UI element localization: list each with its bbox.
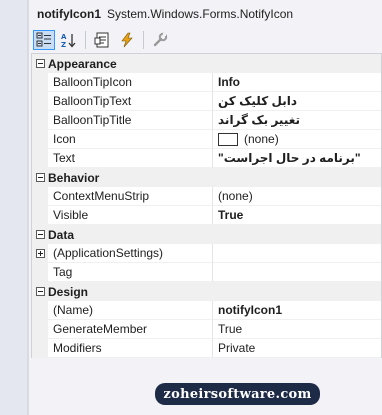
collapse-glyph-cell — [32, 168, 48, 187]
property-value[interactable]: "برنامه در حال اجراست" — [213, 149, 381, 168]
category-label: Behavior — [48, 170, 100, 185]
property-pages-button[interactable] — [149, 30, 171, 50]
property-value[interactable]: True — [213, 320, 381, 339]
property-row-applicationsettings[interactable]: (ApplicationSettings) — [32, 244, 381, 263]
category-label: Design — [48, 284, 89, 299]
property-name: BalloonTipText — [48, 92, 213, 111]
properties-button[interactable] — [91, 30, 113, 50]
toolbar-separator — [85, 31, 86, 49]
collapse-icon[interactable] — [35, 287, 45, 296]
row-margin — [32, 149, 48, 168]
property-row-modifiers[interactable]: Modifiers Private — [32, 339, 381, 358]
row-margin — [32, 187, 48, 206]
events-lightning-icon — [121, 32, 133, 48]
events-button[interactable] — [116, 30, 138, 50]
object-selector[interactable]: notifyIcon1 System.Windows.Forms.NotifyI… — [29, 0, 382, 28]
property-row-contextmenustrip[interactable]: ContextMenuStrip (none) — [32, 187, 381, 206]
category-behavior[interactable]: Behavior — [32, 168, 381, 187]
svg-text:A: A — [61, 33, 67, 41]
collapse-glyph-cell — [32, 225, 48, 244]
property-value: (none) — [244, 132, 279, 146]
collapse-icon[interactable] — [35, 230, 45, 239]
category-label: Appearance — [48, 56, 117, 71]
property-name: (ApplicationSettings) — [48, 244, 213, 263]
property-name: (Name) — [48, 301, 213, 320]
category-design[interactable]: Design — [32, 282, 381, 301]
property-name: Modifiers — [48, 339, 213, 358]
property-value[interactable]: Info — [213, 73, 381, 92]
property-grid: Appearance BalloonTipIcon Info BalloonTi… — [31, 53, 382, 358]
alphabetical-icon: A Z — [61, 33, 76, 48]
property-name: BalloonTipTitle — [48, 111, 213, 130]
object-type: System.Windows.Forms.NotifyIcon — [107, 7, 294, 21]
property-name: Tag — [48, 263, 213, 282]
properties-panel: notifyIcon1 System.Windows.Forms.NotifyI… — [29, 0, 382, 415]
property-value[interactable]: تغییر بک گراند — [213, 111, 381, 130]
row-margin — [32, 301, 48, 320]
property-row-balloontiptitle[interactable]: BalloonTipTitle تغییر بک گراند — [32, 111, 381, 130]
property-pages-wrench-icon — [153, 32, 168, 47]
categorized-icon — [36, 32, 51, 47]
svg-text:Z: Z — [61, 41, 66, 48]
left-editor-strip — [0, 0, 29, 415]
property-value[interactable]: Private — [213, 339, 381, 358]
icon-preview-swatch — [218, 132, 238, 146]
property-value[interactable]: دابل کلیک کن — [213, 92, 381, 111]
property-name: Text — [48, 149, 213, 168]
property-name: Icon — [48, 130, 213, 149]
row-margin — [32, 320, 48, 339]
row-margin — [32, 244, 48, 263]
watermark-label: zoheirsoftware.com — [155, 383, 320, 405]
row-margin — [32, 339, 48, 358]
row-margin — [32, 130, 48, 149]
category-label: Data — [48, 227, 75, 242]
row-margin — [32, 92, 48, 111]
collapse-glyph-cell — [32, 54, 48, 73]
property-row-text[interactable]: Text "برنامه در حال اجراست" — [32, 149, 381, 168]
property-row-balloontiptext[interactable]: BalloonTipText دابل کلیک کن — [32, 92, 381, 111]
row-margin — [32, 206, 48, 225]
property-value[interactable]: True — [213, 206, 381, 225]
properties-icon — [94, 32, 109, 48]
property-row-visible[interactable]: Visible True — [32, 206, 381, 225]
expand-icon[interactable] — [35, 249, 45, 258]
property-row-generatemember[interactable]: GenerateMember True — [32, 320, 381, 339]
row-margin — [32, 111, 48, 130]
row-margin — [32, 263, 48, 282]
collapse-icon[interactable] — [35, 173, 45, 182]
category-data[interactable]: Data — [32, 225, 381, 244]
category-appearance[interactable]: Appearance — [32, 54, 381, 73]
categorized-button[interactable] — [33, 30, 55, 50]
alphabetical-button[interactable]: A Z — [58, 30, 80, 50]
toolbar-separator — [143, 31, 144, 49]
property-value-icon[interactable]: (none) — [213, 130, 381, 149]
property-row-tag[interactable]: Tag — [32, 263, 381, 282]
property-row-icon[interactable]: Icon (none) — [32, 130, 381, 149]
property-value[interactable] — [213, 244, 381, 263]
collapse-glyph-cell — [32, 282, 48, 301]
property-value[interactable]: notifyIcon1 — [213, 301, 381, 320]
property-name: ContextMenuStrip — [48, 187, 213, 206]
property-value[interactable] — [213, 263, 381, 282]
properties-toolbar: A Z — [33, 29, 174, 51]
property-row-balloontipicon[interactable]: BalloonTipIcon Info — [32, 73, 381, 92]
property-name: GenerateMember — [48, 320, 213, 339]
object-name: notifyIcon1 — [37, 7, 102, 21]
collapse-icon[interactable] — [35, 59, 45, 68]
property-name: Visible — [48, 206, 213, 225]
row-margin — [32, 73, 48, 92]
property-row-name[interactable]: (Name) notifyIcon1 — [32, 301, 381, 320]
property-value[interactable]: (none) — [213, 187, 381, 206]
property-name: BalloonTipIcon — [48, 73, 213, 92]
